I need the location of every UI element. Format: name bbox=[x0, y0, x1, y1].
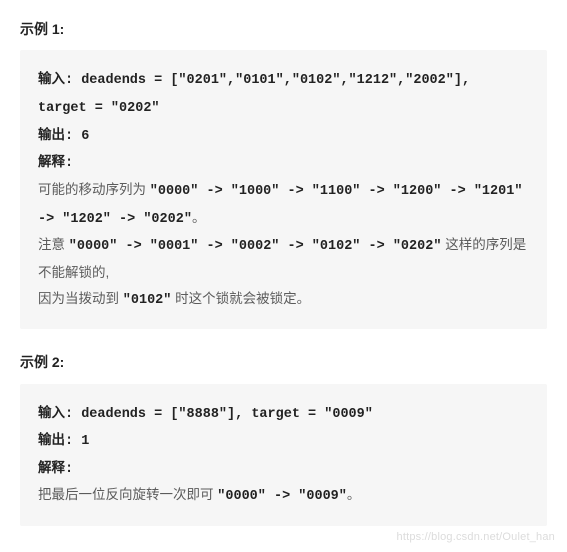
reason-suffix: 时这个锁就会被锁定。 bbox=[171, 291, 310, 306]
example-1-note: 注意 "0000" -> "0001" -> "0002" -> "0102" … bbox=[38, 232, 529, 285]
output-text-1: 输出: 6 bbox=[38, 129, 89, 144]
example-1-header: 示例 1: bbox=[20, 18, 547, 40]
example-2-explain-label: 解释: bbox=[38, 455, 529, 483]
explain-label-1: 解释: bbox=[38, 156, 73, 171]
note-prefix: 注意 bbox=[38, 237, 69, 252]
input-text-2: 输入: deadends = ["8888"], target = "0009" bbox=[38, 407, 373, 422]
example-1-explain-label: 解释: bbox=[38, 149, 529, 177]
watermark-text: https://blog.csdn.net/Oulet_han bbox=[397, 529, 555, 547]
example-2-output: 输出: 1 bbox=[38, 427, 529, 455]
input-text-1b: target = "0202" bbox=[38, 101, 160, 116]
explain-period-2: 。 bbox=[347, 487, 361, 502]
example-1-reason: 因为当拨动到 "0102" 时这个锁就会被锁定。 bbox=[38, 286, 529, 314]
input-text-1a: 输入: deadends = ["0201","0101","0102","12… bbox=[38, 73, 470, 88]
explain-text-2: 把最后一位反向旋转一次即可 bbox=[38, 487, 217, 502]
reason-prefix: 因为当拨动到 bbox=[38, 291, 123, 306]
seq-period: 。 bbox=[192, 210, 206, 225]
output-text-2: 输出: 1 bbox=[38, 434, 89, 449]
example-1-output: 输出: 6 bbox=[38, 122, 529, 150]
example-2-input: 输入: deadends = ["8888"], target = "0009" bbox=[38, 400, 529, 428]
explain-label-2: 解释: bbox=[38, 462, 73, 477]
example-2-block: 输入: deadends = ["8888"], target = "0009"… bbox=[20, 384, 547, 527]
example-1-explain-seq: 可能的移动序列为 "0000" -> "1000" -> "1100" -> "… bbox=[38, 177, 529, 232]
note-chain: "0000" -> "0001" -> "0002" -> "0102" -> … bbox=[69, 239, 442, 254]
example-1-block: 输入: deadends = ["0201","0101","0102","12… bbox=[20, 50, 547, 329]
example-2-header: 示例 2: bbox=[20, 351, 547, 373]
explain-chain-2: "0000" -> "0009" bbox=[217, 489, 347, 504]
example-2-explain-text: 把最后一位反向旋转一次即可 "0000" -> "0009"。 bbox=[38, 482, 529, 510]
seq-intro: 可能的移动序列为 bbox=[38, 182, 150, 197]
reason-code: "0102" bbox=[123, 293, 172, 308]
example-1-input-line1: 输入: deadends = ["0201","0101","0102","12… bbox=[38, 66, 529, 94]
example-1-input-line2: target = "0202" bbox=[38, 94, 529, 122]
